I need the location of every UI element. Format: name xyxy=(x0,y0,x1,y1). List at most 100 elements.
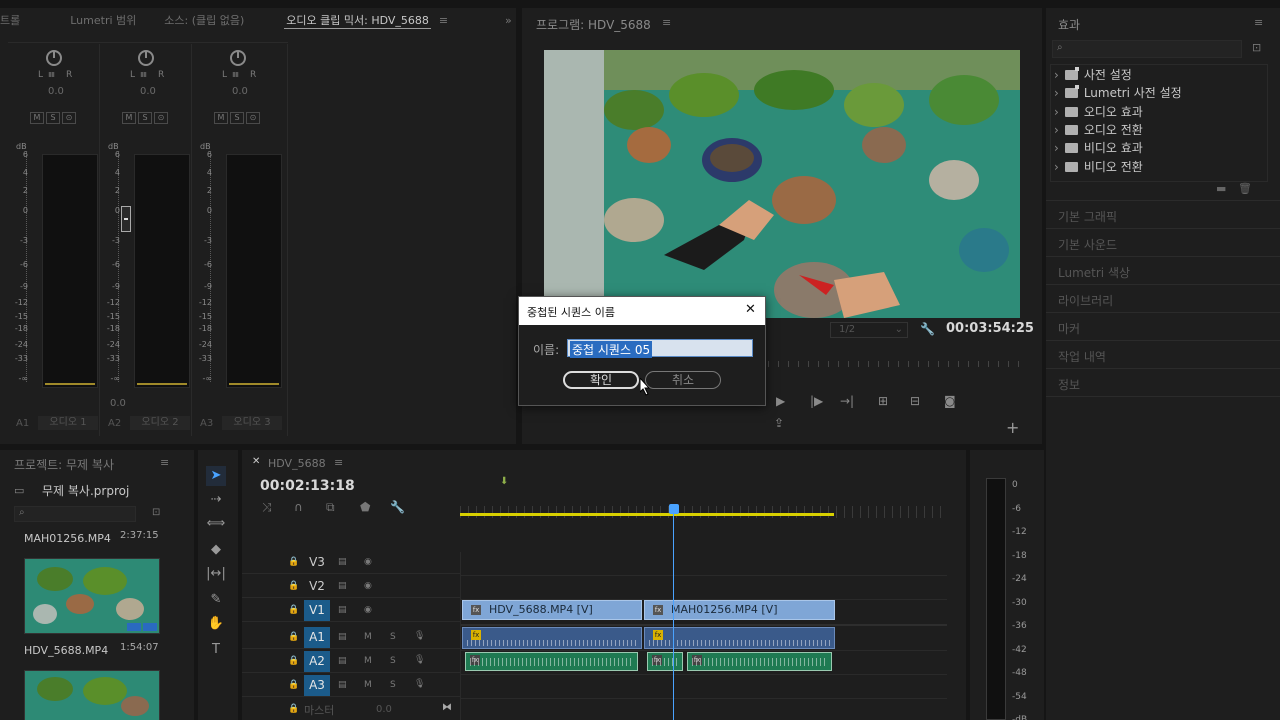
film-icon[interactable]: ▤ xyxy=(338,557,347,567)
panel-menu-icon[interactable]: ≡ xyxy=(334,456,343,469)
media-thumbnail[interactable] xyxy=(24,670,160,720)
new-bin-icon[interactable]: ⊡ xyxy=(152,507,160,518)
project-title[interactable]: 프로젝트: 무제 복사 xyxy=(14,456,114,473)
eye-icon[interactable]: ◉ xyxy=(364,581,372,591)
panel-menu-icon[interactable]: ≡ xyxy=(439,14,448,27)
mute-button[interactable]: M xyxy=(364,632,372,642)
pan-knob[interactable] xyxy=(230,50,246,66)
timeline-tab[interactable]: HDV_5688 xyxy=(268,457,326,470)
expand-master-icon[interactable]: ⧓ xyxy=(442,702,452,713)
track-label-v3[interactable]: V3 xyxy=(304,552,330,573)
lock-icon[interactable]: 🔒 xyxy=(288,704,299,714)
nest-toggle-icon[interactable]: ⤨ xyxy=(262,500,272,515)
mute-button[interactable]: M xyxy=(364,680,372,690)
tab-controls[interactable]: 트롤 xyxy=(0,12,32,28)
tab-source[interactable]: 소스: (클립 없음) xyxy=(148,12,256,28)
name-input[interactable]: 중첩 시퀀스 05 xyxy=(567,339,753,358)
resolution-select[interactable]: 1/2 ⌄ xyxy=(830,322,908,338)
share-icon[interactable]: ⇪ xyxy=(774,416,784,430)
pen-tool-icon[interactable]: ✎ xyxy=(206,590,226,610)
section-libraries[interactable]: 라이브러리 xyxy=(1058,292,1113,309)
program-timecode[interactable]: 00:03:54:25 xyxy=(946,321,1034,336)
mic-icon[interactable]: 🎙 xyxy=(414,655,425,665)
play-icon[interactable]: ▶ xyxy=(776,394,785,408)
effects-item-presets[interactable]: › 사전 설정 xyxy=(1054,66,1132,83)
close-tab-icon[interactable]: ✕ xyxy=(252,456,260,467)
a2-clip-2[interactable]: fx xyxy=(647,652,683,671)
mute-button[interactable]: M xyxy=(122,112,136,124)
record-button[interactable]: ⊙ xyxy=(154,112,168,124)
film-icon[interactable]: ▤ xyxy=(338,581,347,591)
timeline-ruler[interactable] xyxy=(460,506,946,518)
razor-tool-icon[interactable]: ◆ xyxy=(206,540,226,560)
media-name[interactable]: HDV_5688.MP4 xyxy=(24,644,108,657)
project-search-input[interactable]: ⌕ xyxy=(14,506,136,522)
section-essential-graphics[interactable]: 기본 그래픽 xyxy=(1058,208,1117,225)
section-markers[interactable]: 마커 xyxy=(1058,320,1080,337)
cancel-button[interactable]: 취소 xyxy=(645,371,721,389)
section-info[interactable]: 정보 xyxy=(1058,376,1080,393)
add-marker-icon[interactable]: ⬟ xyxy=(360,500,370,514)
a2-clip-3[interactable]: fx xyxy=(687,652,832,671)
type-tool-icon[interactable]: T xyxy=(206,640,226,660)
mute-button[interactable]: M xyxy=(30,112,44,124)
lock-icon[interactable]: 🔒 xyxy=(288,632,299,642)
solo-button[interactable]: S xyxy=(390,632,396,642)
effects-search-input[interactable]: ⌕ xyxy=(1052,40,1242,58)
tab-lumetri-scopes[interactable]: Lumetri 범위 xyxy=(32,12,148,28)
panel-menu-icon[interactable]: ≡ xyxy=(662,16,671,29)
section-history[interactable]: 작업 내역 xyxy=(1058,348,1106,365)
track-label-v1[interactable]: V1 xyxy=(304,600,330,621)
track-select-tool-icon[interactable]: ⇢ xyxy=(206,490,226,510)
pan-knob[interactable] xyxy=(138,50,154,66)
a2-clip-1[interactable]: fx xyxy=(465,652,638,671)
effects-item-video-effects[interactable]: › 비디오 효과 xyxy=(1054,139,1143,156)
close-icon[interactable]: ✕ xyxy=(745,302,756,317)
record-button[interactable]: ⊙ xyxy=(246,112,260,124)
hand-tool-icon[interactable]: ✋ xyxy=(206,614,226,634)
settings-wrench-icon[interactable]: 🔧 xyxy=(390,500,405,514)
ok-button[interactable]: 확인 xyxy=(563,371,639,389)
expand-icon[interactable]: » xyxy=(505,14,512,27)
audio-sync-icon[interactable]: ▤ xyxy=(338,680,347,690)
effects-item-audio-effects[interactable]: › 오디오 효과 xyxy=(1054,103,1143,120)
solo-button[interactable]: S xyxy=(46,112,60,124)
a1-clip-1[interactable]: fx xyxy=(462,627,642,649)
new-bin-icon[interactable]: ⊡ xyxy=(1252,41,1261,54)
section-essential-sound[interactable]: 기본 사운드 xyxy=(1058,236,1117,253)
selection-tool-icon[interactable]: ➤ xyxy=(206,466,226,486)
pan-knob[interactable] xyxy=(46,50,62,66)
marker-icon[interactable]: ⬇ xyxy=(500,476,508,487)
record-button[interactable]: ⊙ xyxy=(62,112,76,124)
lock-icon[interactable]: 🔒 xyxy=(288,605,299,615)
track-label-v2[interactable]: V2 xyxy=(304,576,330,597)
wrench-icon[interactable]: 🔧 xyxy=(920,322,935,336)
volume-fader[interactable] xyxy=(121,206,131,232)
effects-item-audio-transitions[interactable]: › 오디오 전환 xyxy=(1054,121,1143,138)
audio-sync-icon[interactable]: ▤ xyxy=(338,632,347,642)
effects-item-lumetri-presets[interactable]: › Lumetri 사전 설정 xyxy=(1054,84,1182,101)
playhead-handle[interactable] xyxy=(669,504,679,514)
work-area-bar[interactable] xyxy=(460,513,834,516)
audio-sync-icon[interactable]: ▤ xyxy=(338,656,347,666)
export-frame-icon[interactable]: ◙ xyxy=(944,394,956,408)
snap-icon[interactable]: ∩ xyxy=(294,500,303,514)
mute-button[interactable]: M xyxy=(364,656,372,666)
timeline-timecode[interactable]: 00:02:13:18 xyxy=(260,478,355,494)
track-label-a2[interactable]: A2 xyxy=(304,651,330,672)
tab-audio-clip-mixer[interactable]: 오디오 클립 믹서: HDV_5688 xyxy=(284,12,431,29)
go-to-out-icon[interactable]: →| xyxy=(840,394,854,408)
panel-menu-icon[interactable]: ≡ xyxy=(1254,16,1263,29)
solo-button[interactable]: S xyxy=(390,680,396,690)
linked-selection-icon[interactable]: ⧉ xyxy=(326,500,335,515)
panel-menu-icon[interactable]: ≡ xyxy=(160,456,169,469)
media-thumbnail[interactable] xyxy=(24,558,160,634)
track-label-a3[interactable]: A3 xyxy=(304,675,330,696)
step-forward-icon[interactable]: |▶ xyxy=(810,394,823,408)
mic-icon[interactable]: 🎙 xyxy=(414,679,425,689)
film-icon[interactable]: ▤ xyxy=(338,605,347,615)
effects-item-video-transitions[interactable]: › 비디오 전환 xyxy=(1054,158,1143,175)
section-lumetri-color[interactable]: Lumetri 색상 xyxy=(1058,264,1130,281)
lock-icon[interactable]: 🔒 xyxy=(288,557,299,567)
solo-button[interactable]: S xyxy=(230,112,244,124)
